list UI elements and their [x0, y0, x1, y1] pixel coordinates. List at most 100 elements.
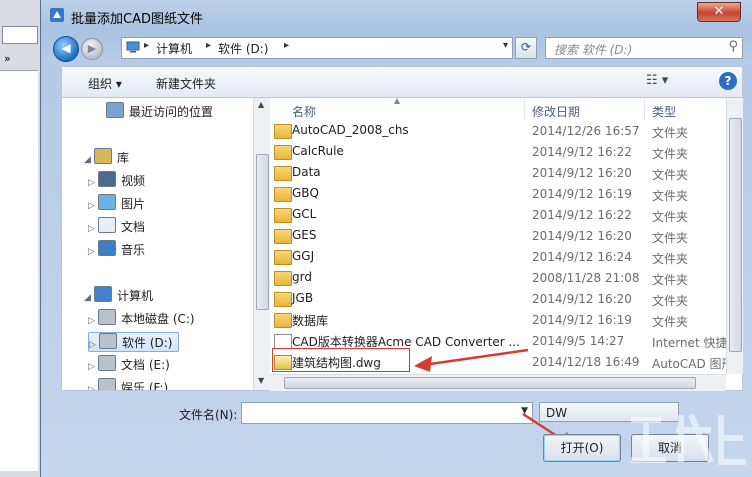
- computer-icon: [126, 41, 140, 53]
- address-segment-drive[interactable]: 软件 (D:): [218, 40, 268, 57]
- file-row[interactable]: AutoCAD_2008_chs 2014/12/26 16:57 文件夹: [270, 120, 726, 141]
- horizontal-scroll-thumb[interactable]: [284, 377, 696, 389]
- chevron-right-icon[interactable]: »: [4, 52, 11, 65]
- folder-icon: [274, 208, 292, 223]
- expand-arrow-icon[interactable]: ▷: [88, 247, 98, 257]
- file-list-scroll-thumb[interactable]: [729, 118, 742, 352]
- file-row[interactable]: GBQ 2014/9/12 16:19 文件夹: [270, 183, 726, 204]
- recent-places-icon: [106, 102, 124, 118]
- file-type: AutoCAD 图形: [652, 357, 726, 371]
- close-button[interactable]: ✕: [697, 2, 741, 22]
- column-header-date[interactable]: 修改日期: [532, 103, 580, 120]
- address-separator[interactable]: ▸: [144, 40, 149, 51]
- nav-item-label: 图片: [121, 197, 146, 211]
- nav-item-0[interactable]: 最近访问的位置: [96, 102, 219, 120]
- file-type: 文件夹: [652, 210, 689, 224]
- file-date: 2014/9/12 16:20: [532, 229, 632, 243]
- annotation-highlight-box: [272, 348, 410, 372]
- background-panel: [0, 70, 38, 471]
- navigation-scrollbar[interactable]: ▲ ▼: [253, 98, 270, 390]
- file-type: 文件夹: [652, 273, 689, 287]
- file-type: Internet 快捷方式: [652, 336, 726, 350]
- file-name: Data: [292, 165, 321, 179]
- nav-item-label: 计算机: [117, 289, 154, 303]
- search-input[interactable]: 搜索 软件 (D:) ⚲: [545, 37, 743, 59]
- expand-arrow-icon[interactable]: ▷: [88, 224, 98, 234]
- file-row[interactable]: CalcRule 2014/9/12 16:22 文件夹: [270, 141, 726, 162]
- folder-icon: [274, 313, 292, 328]
- column-header-name[interactable]: 名称: [292, 103, 316, 120]
- expand-arrow-icon[interactable]: ◢: [84, 155, 94, 165]
- chevron-down-icon[interactable]: ▾: [503, 40, 508, 51]
- file-row[interactable]: GGJ 2014/9/12 16:24 文件夹: [270, 246, 726, 267]
- expand-arrow-icon[interactable]: ▷: [89, 340, 99, 350]
- folder-icon: [274, 229, 292, 244]
- file-row[interactable]: GCL 2014/9/12 16:22 文件夹: [270, 204, 726, 225]
- nav-item-4[interactable]: ▷ 文档: [88, 217, 151, 235]
- expand-arrow-icon[interactable]: ▷: [88, 362, 98, 372]
- column-divider[interactable]: [644, 100, 645, 120]
- scroll-down-icon[interactable]: ▼: [258, 376, 264, 385]
- file-date: 2014/9/12 16:20: [532, 292, 632, 306]
- refresh-button[interactable]: ⟳: [515, 37, 537, 59]
- file-type: 文件夹: [652, 252, 689, 266]
- expand-arrow-icon[interactable]: ◢: [84, 293, 94, 303]
- file-date: 2014/9/12 16:24: [532, 250, 632, 264]
- nav-item-label: 软件 (D:): [122, 336, 173, 350]
- file-row[interactable]: Data 2014/9/12 16:20 文件夹: [270, 162, 726, 183]
- horizontal-scrollbar[interactable]: [270, 374, 726, 391]
- file-date: 2014/9/12 16:22: [532, 208, 632, 222]
- column-header-type[interactable]: 类型: [652, 103, 676, 120]
- file-list-scrollbar[interactable]: [726, 98, 743, 374]
- nav-item-7[interactable]: ▷ 本地磁盘 (C:): [88, 309, 201, 327]
- address-bar[interactable]: ▸ 计算机 ▸ 软件 (D:) ▸ ▾: [121, 37, 513, 59]
- address-segment-computer[interactable]: 计算机: [156, 40, 192, 57]
- nav-item-label: 库: [117, 151, 130, 165]
- drive-icon: [98, 309, 116, 325]
- open-button[interactable]: 打开(O): [543, 434, 621, 462]
- address-separator[interactable]: ▸: [284, 40, 289, 51]
- forward-button[interactable]: ▶: [81, 38, 103, 60]
- toolbar: 组织 ▾ 新建文件夹 ☷ ▾ ?: [61, 66, 743, 98]
- drive-icon: [99, 333, 117, 349]
- file-row[interactable]: JGB 2014/9/12 16:20 文件夹: [270, 288, 726, 309]
- file-type: 文件夹: [652, 189, 689, 203]
- filename-input[interactable]: ▼: [241, 402, 533, 424]
- nav-item-2[interactable]: ▷ 视频: [88, 171, 151, 189]
- expand-arrow-icon[interactable]: ▷: [88, 201, 98, 211]
- expand-arrow-icon[interactable]: ▷: [88, 316, 98, 326]
- nav-item-label: 文档: [121, 220, 146, 234]
- file-type: 文件夹: [652, 231, 689, 245]
- nav-item-10[interactable]: ▷ 娱乐 (F:): [88, 378, 174, 390]
- nav-item-5[interactable]: ▷ 音乐: [88, 240, 151, 258]
- help-icon[interactable]: ?: [719, 72, 737, 90]
- scroll-up-icon[interactable]: ▲: [258, 100, 264, 109]
- nav-item-6[interactable]: ◢ 计算机: [84, 286, 159, 304]
- nav-item-1[interactable]: ◢ 库: [84, 148, 135, 166]
- column-divider[interactable]: [524, 100, 525, 120]
- background-input: [2, 26, 38, 44]
- nav-item-3[interactable]: ▷ 图片: [88, 194, 151, 212]
- file-type: 文件夹: [652, 168, 689, 182]
- nav-item-9[interactable]: ▷ 文档 (E:): [88, 355, 176, 373]
- folder-icon: [274, 187, 292, 202]
- file-date: 2014/9/12 16:20: [532, 166, 632, 180]
- file-row[interactable]: GES 2014/9/12 16:20 文件夹: [270, 225, 726, 246]
- new-folder-button[interactable]: 新建文件夹: [156, 75, 216, 92]
- expand-arrow-icon[interactable]: ▷: [88, 385, 98, 390]
- nav-item-8[interactable]: ▷ 软件 (D:): [88, 332, 180, 352]
- expand-arrow-icon[interactable]: ▷: [88, 178, 98, 188]
- file-name: GBQ: [292, 186, 319, 200]
- folder-icon: [274, 124, 292, 139]
- organize-menu[interactable]: 组织 ▾: [88, 75, 122, 92]
- file-name: 数据库: [292, 314, 329, 328]
- file-row[interactable]: grd 2008/11/28 21:08 文件夹: [270, 267, 726, 288]
- file-name: GCL: [292, 207, 317, 221]
- file-row[interactable]: 数据库 2014/9/12 16:19 文件夹: [270, 309, 726, 330]
- view-options-icon[interactable]: ☷ ▾: [646, 73, 668, 88]
- navigation-scroll-thumb[interactable]: [256, 154, 269, 310]
- open-file-dialog: 批量添加CAD图纸文件 ✕ ◀ ▶ ▸ 计算机 ▸ 软件 (D:) ▸ ▾ ⟳ …: [40, 0, 752, 477]
- back-button[interactable]: ◀: [53, 36, 79, 62]
- file-date: 2014/9/12 16:22: [532, 145, 632, 159]
- address-separator[interactable]: ▸: [206, 40, 211, 51]
